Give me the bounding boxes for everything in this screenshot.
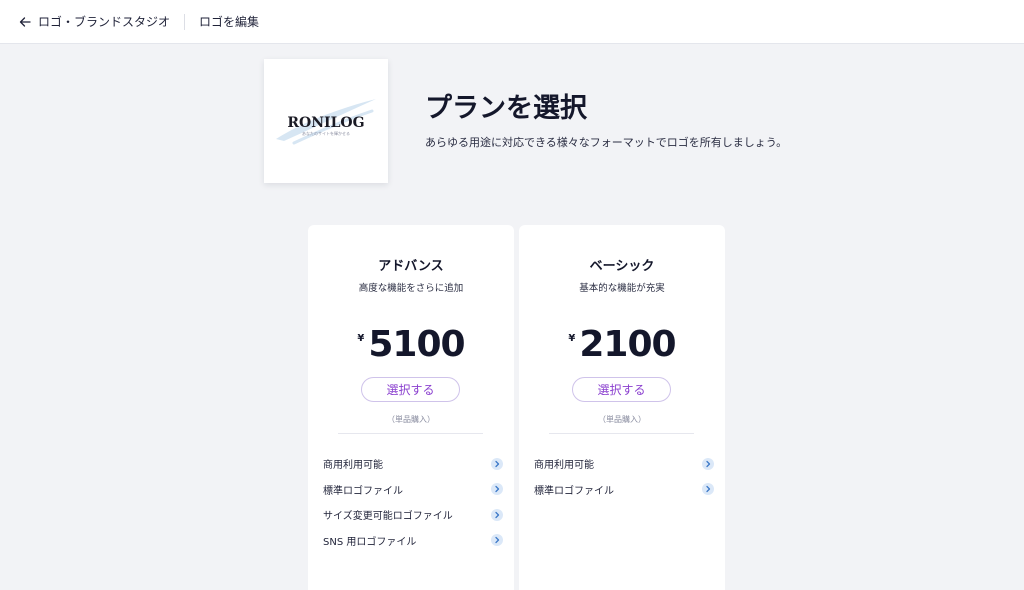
feature-label: サイズ変更可能ロゴファイル — [323, 511, 453, 523]
chevron-right-icon — [491, 508, 503, 521]
feature-item[interactable]: 標準ロゴファイル — [534, 477, 714, 503]
feature-label: 標準ロゴファイル — [323, 485, 403, 497]
plan-price: 5100 — [368, 324, 465, 365]
currency-symbol: ¥ — [357, 333, 365, 344]
feature-label: 標準ロゴファイル — [534, 485, 614, 497]
price-row: ¥ 2100 — [519, 325, 725, 365]
plan-name: ベーシック — [589, 259, 655, 274]
chevron-right-icon — [702, 483, 714, 496]
plan-description: 基本的な機能が充実 — [579, 283, 665, 294]
price-row: ¥ 5100 — [308, 325, 514, 365]
plan-price: 2100 — [579, 324, 676, 365]
plan-description: 高度な機能をさらに追加 — [358, 283, 464, 294]
feature-item[interactable]: 商用利用可能 — [323, 451, 503, 477]
page-title: プランを選択 — [425, 93, 587, 124]
logo-preview: RONILOG あなたのサイトを輝かせる — [264, 59, 388, 183]
chevron-right-icon — [702, 457, 714, 470]
feature-label: 商用利用可能 — [534, 460, 594, 472]
arrow-left-icon — [19, 16, 31, 27]
plan-name: アドバンス — [378, 259, 444, 274]
header-divider — [184, 13, 186, 30]
plan-card-advanced: アドバンス 高度な機能をさらに追加 ¥ 5100 選択する （単品購入） 商用利… — [308, 225, 514, 590]
logo-image: RONILOG あなたのサイトを輝かせる — [276, 99, 376, 145]
card-divider — [338, 433, 483, 434]
edit-logo-link[interactable]: ロゴを編集 — [199, 13, 259, 30]
purchase-note: （単品購入） — [387, 415, 435, 424]
back-link-label: ロゴ・ブランドスタジオ — [38, 15, 171, 29]
chevron-right-icon — [491, 534, 503, 547]
plan-card-basic: ベーシック 基本的な機能が充実 ¥ 2100 選択する （単品購入） 商用利用可… — [519, 225, 725, 590]
feature-label: 商用利用可能 — [323, 460, 383, 472]
feature-list: 商用利用可能 標準ロゴファイル サイズ変更可能ロゴファイル SNS 用ロゴファイ… — [323, 451, 503, 553]
currency-symbol: ¥ — [568, 333, 576, 344]
card-divider — [549, 433, 694, 434]
feature-item[interactable]: サイズ変更可能ロゴファイル — [323, 502, 503, 528]
logo-tagline: あなたのサイトを輝かせる — [302, 130, 350, 136]
feature-list: 商用利用可能 標準ロゴファイル — [534, 451, 714, 502]
feature-item[interactable]: 標準ロゴファイル — [323, 477, 503, 503]
purchase-note: （単品購入） — [598, 415, 646, 424]
chevron-right-icon — [491, 457, 503, 470]
feature-item[interactable]: 商用利用可能 — [534, 451, 714, 477]
feature-label: SNS 用ロゴファイル — [323, 536, 417, 548]
select-advanced-button[interactable]: 選択する — [361, 377, 460, 402]
select-basic-button[interactable]: 選択する — [572, 377, 671, 402]
logo-brand-text: RONILOG — [287, 115, 364, 131]
back-to-studio-link[interactable]: ロゴ・ブランドスタジオ — [18, 13, 170, 30]
chevron-right-icon — [491, 483, 503, 496]
page-subtitle: あらゆる用途に対応できる様々なフォーマットでロゴを所有しましょう。 — [425, 136, 788, 149]
feature-item[interactable]: SNS 用ロゴファイル — [323, 528, 503, 554]
top-bar: ロゴ・ブランドスタジオ ロゴを編集 — [0, 0, 1024, 44]
